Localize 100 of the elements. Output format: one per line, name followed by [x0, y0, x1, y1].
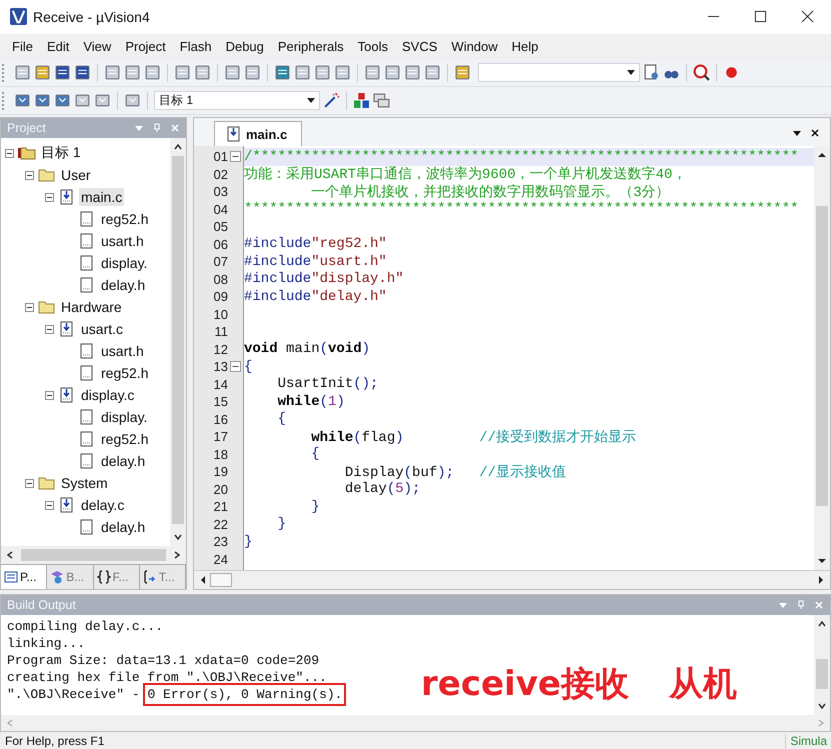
- menu-item[interactable]: Edit: [40, 39, 78, 54]
- panel-tab[interactable]: F...: [94, 565, 140, 590]
- code-line: #include"usart.h": [244, 254, 387, 270]
- tree-item[interactable]: usart.c: [79, 320, 126, 338]
- status-mode: Simula: [785, 734, 831, 748]
- maximize-icon[interactable]: [754, 10, 767, 24]
- menu-item[interactable]: Flash: [174, 39, 220, 54]
- vertical-scrollbar[interactable]: [170, 138, 186, 546]
- close-icon[interactable]: [801, 10, 814, 24]
- scroll-down-icon[interactable]: [817, 701, 827, 712]
- line-number: 04: [212, 202, 228, 217]
- annotation-text: 从机: [668, 663, 737, 706]
- close-icon[interactable]: [810, 128, 820, 138]
- menu-item[interactable]: Debug: [220, 39, 272, 54]
- fold-toggle-icon[interactable]: [230, 361, 240, 372]
- scroll-down-icon[interactable]: [173, 532, 183, 542]
- menu-item[interactable]: SVCS: [396, 39, 446, 54]
- editor-tab[interactable]: main.c: [214, 121, 302, 146]
- menu-item[interactable]: Help: [506, 39, 546, 54]
- panel-tab[interactable]: P...: [1, 565, 48, 590]
- line-number: 17: [212, 429, 228, 444]
- vertical-scrollbar[interactable]: [814, 146, 830, 570]
- line-number: 20: [212, 482, 228, 497]
- code-line: #include"delay.h": [244, 288, 387, 305]
- code-line: {: [276, 411, 286, 428]
- line-number: 08: [212, 272, 228, 287]
- vertical-scrollbar[interactable]: [814, 615, 830, 716]
- tree-item[interactable]: delay.c: [79, 496, 126, 514]
- scroll-left-icon[interactable]: [5, 550, 15, 560]
- code-line: #include"reg52.h": [244, 236, 387, 252]
- line-number: 14: [212, 376, 228, 392]
- target-combo[interactable]: 目标 1: [154, 91, 320, 110]
- line-number: 13: [212, 359, 228, 374]
- tree-item[interactable]: display.: [99, 408, 150, 426]
- output-line: creating hex file from ".\OBJ\Receive"...: [7, 670, 327, 686]
- code-line: while(1): [276, 394, 345, 410]
- debug-magnifier-icon[interactable]: [693, 64, 710, 82]
- tree-item[interactable]: reg52.h: [99, 364, 150, 382]
- tree-item[interactable]: 目标 1: [39, 143, 83, 164]
- dropdown-arrow-icon[interactable]: [792, 128, 802, 138]
- folder-icon: [38, 167, 56, 184]
- tree-item[interactable]: reg52.h: [99, 430, 150, 448]
- tree-item[interactable]: delay.h: [99, 518, 148, 536]
- line-number: 15: [212, 394, 228, 410]
- collapse-toggle-icon[interactable]: [5, 148, 14, 158]
- tree-item[interactable]: System: [59, 474, 110, 492]
- menu-item[interactable]: View: [77, 39, 120, 54]
- collapse-toggle-icon[interactable]: [25, 478, 34, 488]
- line-number: 01: [212, 149, 228, 164]
- tree-item[interactable]: main.c: [79, 188, 124, 206]
- app-logo-icon: [10, 8, 27, 26]
- line-number: 06: [212, 236, 228, 252]
- line-number: 23: [212, 534, 228, 550]
- colored-blocks-icon[interactable]: [353, 92, 370, 110]
- collapse-toggle-icon[interactable]: [45, 500, 54, 510]
- line-number: 03: [212, 184, 228, 200]
- tree-item[interactable]: delay.h: [99, 276, 148, 294]
- tree-item[interactable]: usart.h: [99, 232, 146, 250]
- menu-item[interactable]: Window: [445, 39, 506, 54]
- collapse-toggle-icon[interactable]: [25, 302, 34, 312]
- line-number: 21: [212, 499, 228, 514]
- windows-icon[interactable]: [373, 92, 390, 110]
- scrollbar-thumb[interactable]: [210, 573, 232, 588]
- line-number: 12: [212, 342, 228, 357]
- dropdown-arrow-icon[interactable]: [627, 70, 635, 76]
- menu-item[interactable]: Project: [119, 39, 174, 54]
- menu-item[interactable]: Tools: [352, 39, 396, 54]
- tree-item[interactable]: User: [59, 166, 93, 184]
- scrollbar-thumb[interactable]: [816, 659, 828, 690]
- line-number: 16: [212, 412, 228, 427]
- collapse-toggle-icon[interactable]: [25, 170, 34, 180]
- collapse-toggle-icon[interactable]: [45, 324, 54, 334]
- menu-item[interactable]: Peripherals: [272, 39, 352, 54]
- horizontal-scrollbar[interactable]: [1, 546, 186, 564]
- code-line: while(flag) //接受到数据才开始显示: [310, 428, 636, 446]
- scrollbar-thumb[interactable]: [172, 156, 184, 524]
- output-line: linking...: [7, 636, 86, 652]
- braces-icon: [96, 570, 110, 584]
- horizontal-scrollbar[interactable]: [194, 570, 830, 590]
- scrollbar-thumb[interactable]: [816, 206, 828, 506]
- tree-item[interactable]: Hardware: [59, 298, 124, 316]
- dropdown-arrow-icon[interactable]: [307, 98, 315, 104]
- scrollbar-thumb[interactable]: [21, 549, 166, 562]
- tree-item[interactable]: usart.h: [99, 342, 146, 360]
- tree-item[interactable]: display.: [99, 254, 150, 272]
- menu-item[interactable]: File: [6, 39, 41, 54]
- project-window-icon: [4, 570, 18, 584]
- scroll-right-icon[interactable]: [816, 575, 826, 586]
- collapse-toggle-icon[interactable]: [45, 390, 54, 400]
- collapse-toggle-icon[interactable]: [45, 192, 54, 202]
- tree-item[interactable]: reg52.h: [99, 210, 150, 228]
- panel-tab[interactable]: T...: [140, 565, 186, 590]
- panel-tab[interactable]: B...: [47, 565, 94, 590]
- tree-item[interactable]: display.c: [79, 386, 136, 404]
- scroll-right-icon[interactable]: [172, 550, 182, 560]
- tree-item[interactable]: delay.h: [99, 452, 148, 470]
- document-search-icon[interactable]: [643, 64, 660, 82]
- fold-toggle-icon[interactable]: [230, 151, 240, 162]
- magic-wand-icon[interactable]: [323, 92, 340, 110]
- code-line: }: [310, 498, 320, 515]
